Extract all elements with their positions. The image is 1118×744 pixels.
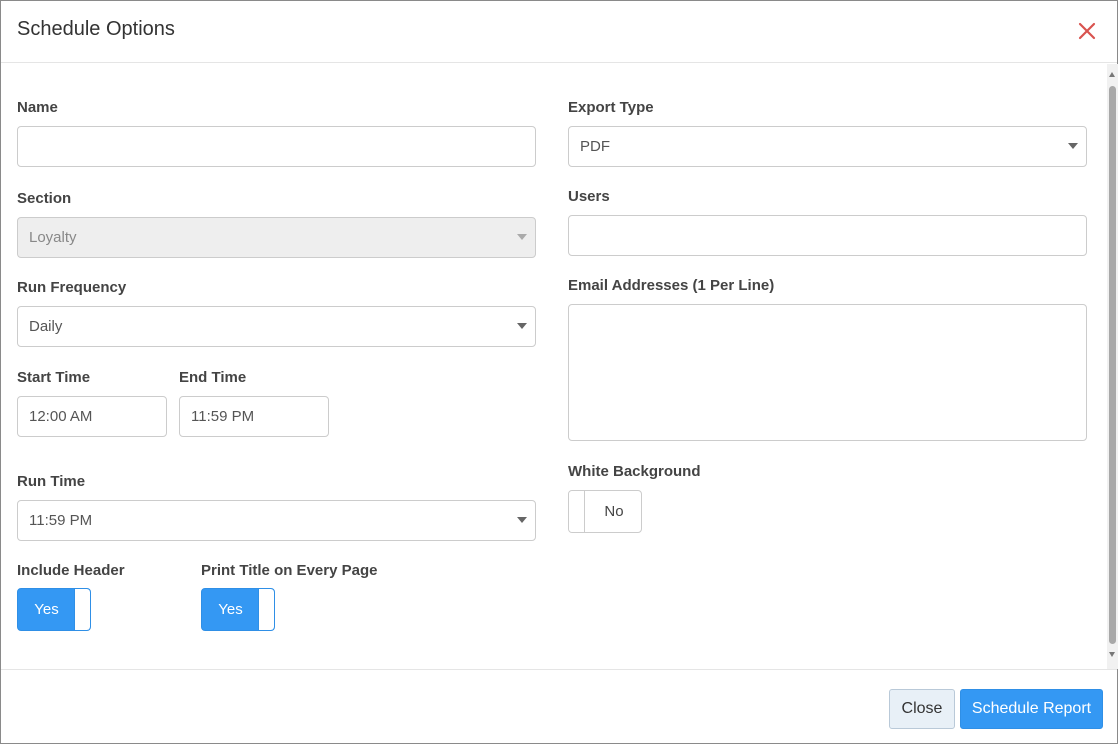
white-background-toggle[interactable]: No — [568, 490, 642, 533]
email-addresses-label: Email Addresses (1 Per Line) — [568, 277, 775, 294]
dialog-footer: Close Schedule Report — [1, 669, 1117, 743]
dialog-header: Schedule Options — [1, 1, 1117, 63]
export-type-select[interactable]: PDF — [568, 126, 1087, 167]
run-time-select[interactable]: 11:59 PM — [17, 500, 536, 541]
white-background-label: White Background — [568, 463, 701, 480]
run-time-select-value: 11:59 PM — [29, 512, 93, 529]
export-type-select-value: PDF — [580, 138, 610, 155]
print-title-toggle[interactable]: Yes — [201, 588, 275, 631]
include-header-label: Include Header — [17, 562, 125, 579]
close-button[interactable]: Close — [889, 689, 955, 729]
dialog-title: Schedule Options — [17, 18, 175, 40]
section-select: Loyalty — [17, 217, 536, 258]
name-label: Name — [17, 99, 58, 116]
end-time-input[interactable]: 11:59 PM — [179, 396, 329, 437]
print-title-toggle-label: Yes — [218, 601, 243, 618]
end-time-value: 11:59 PM — [191, 408, 255, 425]
include-header-toggle[interactable]: Yes — [17, 588, 91, 631]
chevron-down-icon — [517, 517, 527, 523]
toggle-knob — [569, 491, 585, 532]
users-input[interactable] — [568, 215, 1087, 256]
scroll-down-arrow-icon[interactable] — [1109, 652, 1115, 657]
name-input[interactable] — [17, 126, 536, 167]
include-header-toggle-label: Yes — [34, 601, 59, 618]
scroll-up-arrow-icon[interactable] — [1109, 72, 1115, 77]
start-time-label: Start Time — [17, 369, 91, 386]
start-time-input[interactable]: 12:00 AM — [17, 396, 167, 437]
toggle-knob — [258, 589, 274, 630]
white-background-toggle-label: No — [604, 503, 624, 520]
email-addresses-textarea[interactable] — [568, 304, 1087, 441]
run-frequency-select[interactable]: Daily — [17, 306, 536, 347]
schedule-options-dialog: Schedule Options Name Section Loyalty Ru… — [0, 0, 1118, 744]
run-time-label: Run Time — [17, 473, 86, 490]
chevron-down-icon — [517, 323, 527, 329]
start-time-value: 12:00 AM — [29, 408, 93, 425]
run-frequency-select-value: Daily — [29, 318, 63, 335]
export-type-label: Export Type — [568, 99, 654, 116]
section-label: Section — [17, 190, 72, 207]
end-time-label: End Time — [179, 369, 247, 386]
section-select-value: Loyalty — [29, 229, 77, 246]
print-title-label: Print Title on Every Page — [201, 562, 378, 579]
dialog-body: Name Section Loyalty Run Frequency Daily… — [1, 64, 1117, 669]
close-icon[interactable] — [1075, 19, 1099, 43]
schedule-report-button[interactable]: Schedule Report — [960, 689, 1103, 729]
toggle-knob — [74, 589, 90, 630]
run-frequency-label: Run Frequency — [17, 279, 127, 296]
scrollbar-thumb[interactable] — [1109, 86, 1116, 644]
users-label: Users — [568, 188, 610, 205]
chevron-down-icon — [1068, 143, 1078, 149]
vertical-scrollbar[interactable] — [1107, 64, 1118, 669]
chevron-down-icon — [517, 234, 527, 240]
